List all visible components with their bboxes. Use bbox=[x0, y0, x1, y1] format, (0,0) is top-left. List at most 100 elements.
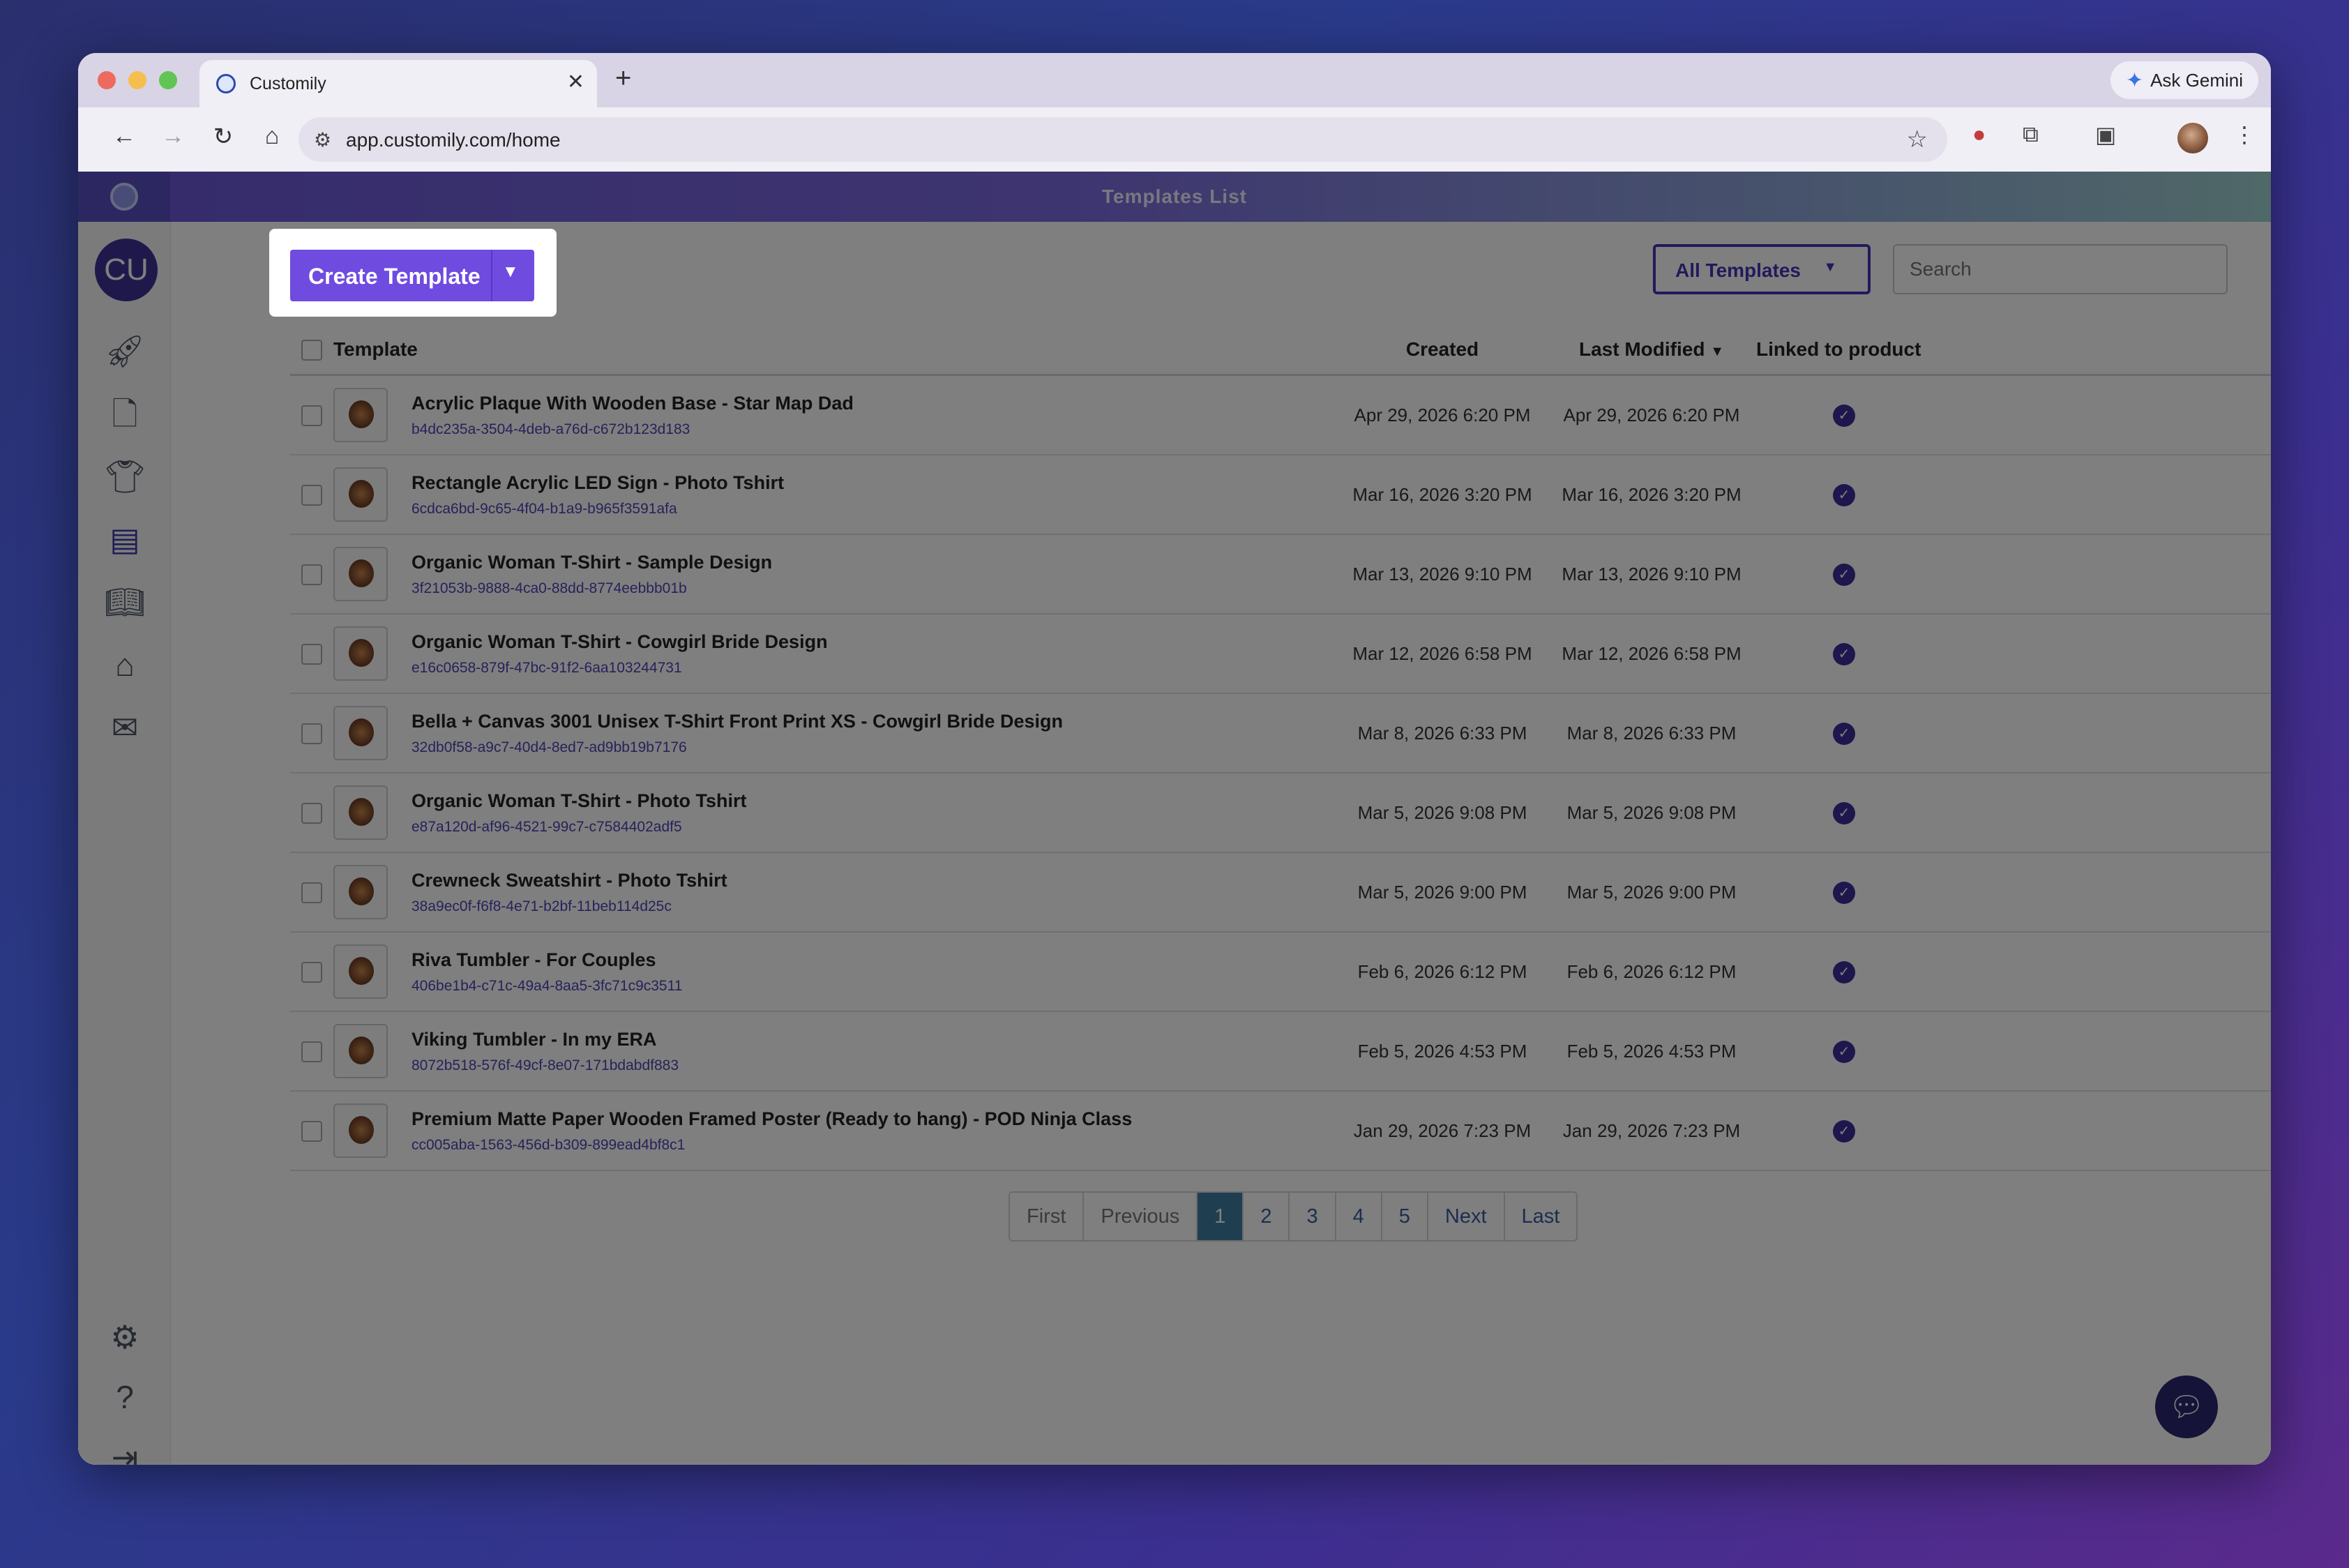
template-name[interactable]: Viking Tumbler - In my ERA bbox=[411, 1029, 679, 1050]
templates-filter-dropdown[interactable]: All Templates ▼ bbox=[1653, 244, 1871, 294]
logout-icon[interactable]: ⇥ bbox=[103, 1435, 146, 1465]
page-previous[interactable]: Previous bbox=[1084, 1193, 1198, 1240]
user-avatar[interactable]: CU bbox=[95, 239, 158, 301]
table-row[interactable]: Organic Woman T-Shirt - Photo Tshirt e87a… bbox=[290, 773, 2271, 853]
template-thumbnail[interactable] bbox=[333, 1103, 388, 1158]
select-all-checkbox[interactable] bbox=[301, 340, 322, 361]
address-bar-row: ← → ↻ ⌂ ⚙ app.customily.com/home ☆ ● ⧉ ▣… bbox=[78, 107, 2271, 172]
rocket-icon[interactable]: 🚀︎ bbox=[103, 329, 146, 372]
table-row[interactable]: Organic Woman T-Shirt - Cowgirl Bride De… bbox=[290, 614, 2271, 694]
template-name[interactable]: Organic Woman T-Shirt - Cowgirl Bride De… bbox=[411, 631, 828, 653]
template-name[interactable]: Organic Woman T-Shirt - Photo Tshirt bbox=[411, 790, 747, 812]
create-template-button[interactable]: Create Template ▼ bbox=[290, 250, 534, 301]
row-checkbox[interactable] bbox=[301, 1121, 322, 1143]
table-row[interactable]: Riva Tumbler - For Couples 406be1b4-c71c-… bbox=[290, 932, 2271, 1012]
profile-avatar[interactable] bbox=[2177, 123, 2208, 153]
template-name[interactable]: Bella + Canvas 3001 Unisex T-Shirt Front… bbox=[411, 711, 1063, 732]
button-divider bbox=[491, 250, 492, 301]
create-template-dropdown-icon[interactable]: ▼ bbox=[502, 262, 519, 282]
extensions-puzzle-icon[interactable]: ⧉ bbox=[2023, 121, 2039, 148]
help-icon[interactable]: ? bbox=[103, 1375, 146, 1419]
home-icon[interactable]: ⌂ bbox=[257, 123, 287, 150]
more-menu-icon[interactable]: ⋮ bbox=[2233, 121, 2256, 148]
row-checkbox[interactable] bbox=[301, 803, 322, 824]
maximize-window-button[interactable] bbox=[159, 71, 177, 89]
new-tab-button[interactable]: + bbox=[615, 63, 631, 94]
column-created[interactable]: Created bbox=[1338, 325, 1547, 376]
template-thumbnail[interactable] bbox=[333, 785, 388, 840]
table-row[interactable]: Rectangle Acrylic LED Sign - Photo Tshir… bbox=[290, 455, 2271, 535]
row-checkbox[interactable] bbox=[301, 564, 322, 586]
close-tab-icon[interactable]: ✕ bbox=[567, 70, 584, 94]
template-thumbnail[interactable] bbox=[333, 467, 388, 522]
ask-gemini-button[interactable]: ✦ Ask Gemini bbox=[2110, 61, 2258, 99]
reload-icon[interactable]: ↻ bbox=[208, 123, 239, 151]
tshirt-icon[interactable]: 👕︎ bbox=[103, 455, 146, 498]
template-thumbnail[interactable] bbox=[333, 944, 388, 999]
row-checkbox[interactable] bbox=[301, 882, 322, 904]
page-2[interactable]: 2 bbox=[1244, 1193, 1290, 1240]
row-checkbox[interactable] bbox=[301, 962, 322, 983]
minimize-window-button[interactable] bbox=[128, 71, 146, 89]
template-thumbnail[interactable] bbox=[333, 388, 388, 442]
create-template-highlight: Create Template ▼ bbox=[269, 229, 557, 317]
created-date: Feb 6, 2026 6:12 PM bbox=[1338, 932, 1547, 1012]
browser-tab[interactable]: Customily ✕ bbox=[199, 60, 597, 107]
close-window-button[interactable] bbox=[98, 71, 116, 89]
row-checkbox[interactable] bbox=[301, 644, 322, 665]
template-name[interactable]: Organic Woman T-Shirt - Sample Design bbox=[411, 552, 772, 573]
book-icon[interactable]: 📖︎ bbox=[103, 580, 146, 624]
row-checkbox[interactable] bbox=[301, 1041, 322, 1063]
row-checkbox[interactable] bbox=[301, 485, 322, 506]
template-thumbnail[interactable] bbox=[333, 865, 388, 919]
page-next[interactable]: Next bbox=[1428, 1193, 1505, 1240]
page-5[interactable]: 5 bbox=[1382, 1193, 1428, 1240]
template-thumbnail[interactable] bbox=[333, 1024, 388, 1078]
template-name[interactable]: Crewneck Sweatshirt - Photo Tshirt bbox=[411, 870, 727, 891]
created-date: Apr 29, 2026 6:20 PM bbox=[1338, 375, 1547, 455]
table-row[interactable]: Viking Tumbler - In my ERA 8072b518-576f-… bbox=[290, 1011, 2271, 1092]
created-date: Mar 8, 2026 6:33 PM bbox=[1338, 693, 1547, 774]
modified-date: Feb 6, 2026 6:12 PM bbox=[1547, 932, 1756, 1012]
column-last-modified[interactable]: Last Modified ▼ bbox=[1547, 325, 1756, 376]
created-date: Mar 5, 2026 9:00 PM bbox=[1338, 852, 1547, 933]
bookmark-star-icon[interactable]: ☆ bbox=[1907, 126, 1928, 153]
table-row[interactable]: Organic Woman T-Shirt - Sample Design 3f2… bbox=[290, 534, 2271, 615]
template-thumbnail[interactable] bbox=[333, 706, 388, 760]
table-row[interactable]: Bella + Canvas 3001 Unisex T-Shirt Front… bbox=[290, 693, 2271, 774]
document-icon[interactable]: 🗋 bbox=[103, 392, 146, 435]
template-name[interactable]: Rectangle Acrylic LED Sign - Photo Tshir… bbox=[411, 472, 784, 494]
store-icon[interactable]: ⌂ bbox=[103, 643, 146, 686]
table-row[interactable]: Acrylic Plaque With Wooden Base - Star M… bbox=[290, 375, 2271, 455]
table-row[interactable]: Premium Matte Paper Wooden Framed Poster… bbox=[290, 1091, 2271, 1171]
page-4[interactable]: 4 bbox=[1336, 1193, 1382, 1240]
row-checkbox[interactable] bbox=[301, 405, 322, 427]
chevron-down-icon: ▼ bbox=[1823, 259, 1837, 275]
site-settings-icon[interactable]: ⚙ bbox=[314, 128, 331, 151]
template-name[interactable]: Premium Matte Paper Wooden Framed Poster… bbox=[411, 1108, 1132, 1130]
template-thumbnail[interactable] bbox=[333, 547, 388, 601]
page-last[interactable]: Last bbox=[1505, 1193, 1577, 1240]
chat-support-button[interactable]: 💬︎ bbox=[2155, 1375, 2218, 1438]
column-linked: Linked to product bbox=[1756, 325, 2271, 376]
table-header-row: Template Created Last Modified ▼ Linked … bbox=[290, 325, 2271, 376]
tab-search-icon[interactable]: ▣ bbox=[2095, 121, 2116, 148]
back-icon[interactable]: ← bbox=[109, 123, 139, 150]
page-first[interactable]: First bbox=[1010, 1193, 1085, 1240]
row-checkbox[interactable] bbox=[301, 723, 322, 745]
page-3[interactable]: 3 bbox=[1290, 1193, 1336, 1240]
template-id: 6cdca6bd-9c65-4f04-b1a9-b965f3591afa bbox=[411, 500, 677, 517]
user-settings-icon[interactable]: ⚙ bbox=[103, 1316, 146, 1359]
table-row[interactable]: Crewneck Sweatshirt - Photo Tshirt 38a9ec… bbox=[290, 852, 2271, 933]
extension-icon[interactable]: ● bbox=[1972, 121, 1986, 147]
template-name[interactable]: Riva Tumbler - For Couples bbox=[411, 949, 682, 971]
url-bar[interactable]: ⚙ app.customily.com/home ☆ bbox=[299, 117, 1947, 162]
template-name[interactable]: Acrylic Plaque With Wooden Base - Star M… bbox=[411, 393, 854, 414]
page-1[interactable]: 1 bbox=[1198, 1193, 1244, 1240]
forward-icon[interactable]: → bbox=[158, 123, 188, 150]
template-id: 3f21053b-9888-4ca0-88dd-8774eebbb01b bbox=[411, 580, 687, 596]
search-input[interactable] bbox=[1893, 244, 2228, 294]
templates-monitor-icon[interactable]: ▤ bbox=[103, 518, 146, 561]
inbox-icon[interactable]: ✉ bbox=[103, 706, 146, 749]
template-thumbnail[interactable] bbox=[333, 626, 388, 681]
